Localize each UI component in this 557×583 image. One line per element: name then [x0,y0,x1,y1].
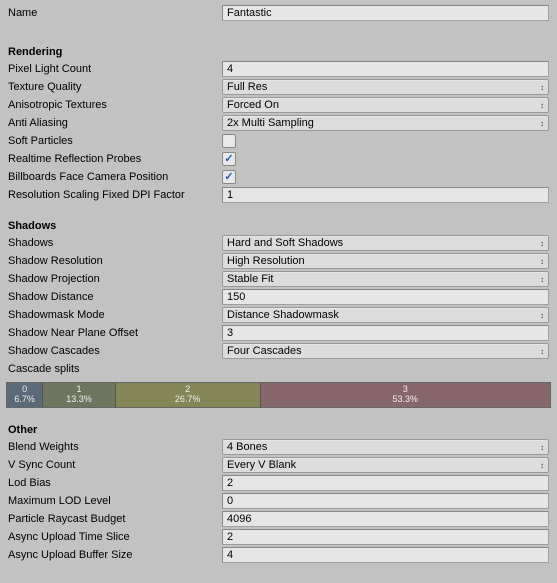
max-lod-level-label: Maximum LOD Level [6,495,222,507]
other-header: Other [6,424,551,436]
blend-weights-dropdown[interactable]: 4 Bones ↕ [222,439,549,455]
soft-particles-label: Soft Particles [6,135,222,147]
shadow-projection-dropdown[interactable]: Stable Fit ↕ [222,271,549,287]
shadow-near-plane-input[interactable] [222,325,549,341]
realtime-reflection-probes-checkbox[interactable] [222,152,236,166]
cascade-segment-0[interactable]: 0 6.7% [7,383,43,407]
async-upload-buffer-size-label: Async Upload Buffer Size [6,549,222,561]
vsync-count-value: Every V Blank [227,459,296,471]
chevron-updown-icon: ↕ [540,443,544,452]
async-upload-time-slice-label: Async Upload Time Slice [6,531,222,543]
realtime-reflection-probes-label: Realtime Reflection Probes [6,153,222,165]
anisotropic-textures-label: Anisotropic Textures [6,99,222,111]
billboards-face-camera-label: Billboards Face Camera Position [6,171,222,183]
texture-quality-label: Texture Quality [6,81,222,93]
shadow-cascades-dropdown[interactable]: Four Cascades ↕ [222,343,549,359]
cascade-segment-percent: 53.3% [393,395,419,405]
texture-quality-dropdown[interactable]: Full Res ↕ [222,79,549,95]
chevron-updown-icon: ↕ [540,239,544,248]
shadow-resolution-value: High Resolution [227,255,305,267]
shadows-label: Shadows [6,237,222,249]
name-input[interactable] [222,5,549,21]
chevron-updown-icon: ↕ [540,275,544,284]
shadow-distance-label: Shadow Distance [6,291,222,303]
lod-bias-input[interactable] [222,475,549,491]
blend-weights-value: 4 Bones [227,441,267,453]
resolution-scaling-dpi-input[interactable] [222,187,549,203]
cascade-segment-percent: 13.3% [66,395,92,405]
cascade-segment-percent: 6.7% [14,395,35,405]
shadow-projection-label: Shadow Projection [6,273,222,285]
lod-bias-label: Lod Bias [6,477,222,489]
particle-raycast-budget-input[interactable] [222,511,549,527]
shadow-distance-input[interactable] [222,289,549,305]
texture-quality-value: Full Res [227,81,267,93]
cascade-splits-bar[interactable]: 0 6.7% 1 13.3% 2 26.7% 3 53.3% [6,382,551,408]
resolution-scaling-dpi-label: Resolution Scaling Fixed DPI Factor [6,189,222,201]
chevron-updown-icon: ↕ [540,347,544,356]
particle-raycast-budget-label: Particle Raycast Budget [6,513,222,525]
shadow-cascades-value: Four Cascades [227,345,302,357]
vsync-count-dropdown[interactable]: Every V Blank ↕ [222,457,549,473]
cascade-segment-1[interactable]: 1 13.3% [43,383,115,407]
shadowmask-mode-value: Distance Shadowmask [227,309,339,321]
cascade-segment-percent: 26.7% [175,395,201,405]
chevron-updown-icon: ↕ [540,257,544,266]
shadow-resolution-dropdown[interactable]: High Resolution ↕ [222,253,549,269]
billboards-face-camera-checkbox[interactable] [222,170,236,184]
chevron-updown-icon: ↕ [540,311,544,320]
shadows-value: Hard and Soft Shadows [227,237,343,249]
shadow-projection-value: Stable Fit [227,273,273,285]
soft-particles-checkbox[interactable] [222,134,236,148]
shadow-resolution-label: Shadow Resolution [6,255,222,267]
blend-weights-label: Blend Weights [6,441,222,453]
anti-aliasing-value: 2x Multi Sampling [227,117,314,129]
shadow-cascades-label: Shadow Cascades [6,345,222,357]
async-upload-buffer-size-input[interactable] [222,547,549,563]
shadowmask-mode-label: Shadowmask Mode [6,309,222,321]
rendering-header: Rendering [6,46,551,58]
cascade-segment-3[interactable]: 3 53.3% [261,383,550,407]
shadows-header: Shadows [6,220,551,232]
shadows-dropdown[interactable]: Hard and Soft Shadows ↕ [222,235,549,251]
anisotropic-textures-dropdown[interactable]: Forced On ↕ [222,97,549,113]
shadowmask-mode-dropdown[interactable]: Distance Shadowmask ↕ [222,307,549,323]
shadow-near-plane-label: Shadow Near Plane Offset [6,327,222,339]
pixel-light-count-label: Pixel Light Count [6,63,222,75]
chevron-updown-icon: ↕ [540,461,544,470]
vsync-count-label: V Sync Count [6,459,222,471]
cascade-segment-2[interactable]: 2 26.7% [116,383,261,407]
chevron-updown-icon: ↕ [540,83,544,92]
cascade-splits-label: Cascade splits [6,363,222,375]
chevron-updown-icon: ↕ [540,101,544,110]
name-label: Name [6,7,222,19]
anti-aliasing-label: Anti Aliasing [6,117,222,129]
chevron-updown-icon: ↕ [540,119,544,128]
async-upload-time-slice-input[interactable] [222,529,549,545]
max-lod-level-input[interactable] [222,493,549,509]
pixel-light-count-input[interactable] [222,61,549,77]
anisotropic-textures-value: Forced On [227,99,279,111]
anti-aliasing-dropdown[interactable]: 2x Multi Sampling ↕ [222,115,549,131]
